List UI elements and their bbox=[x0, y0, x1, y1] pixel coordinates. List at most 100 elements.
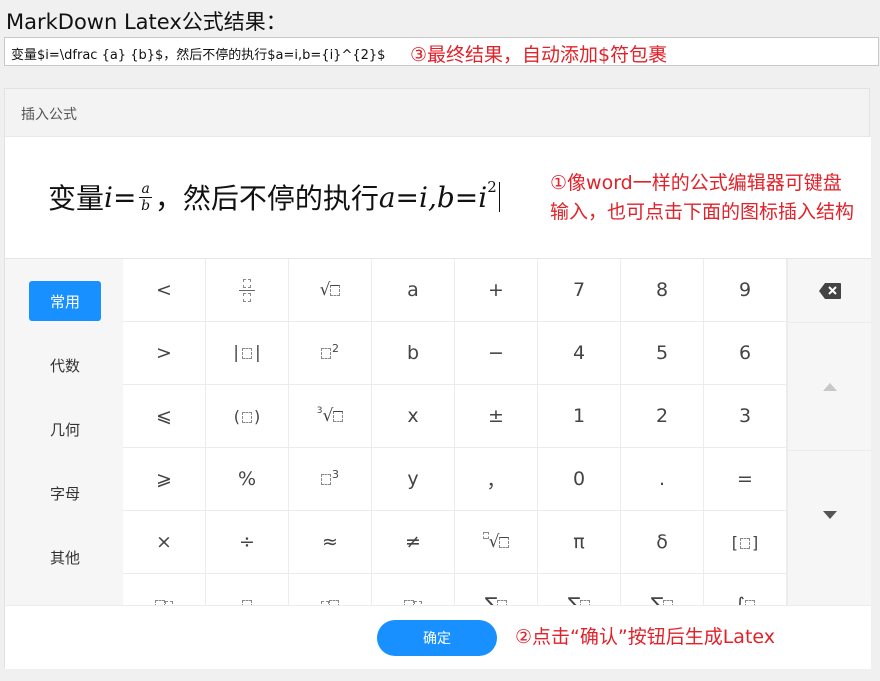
key-less-equal[interactable]: ⩽ bbox=[123, 385, 206, 448]
key-fraction[interactable] bbox=[206, 259, 289, 322]
nth-root-template-icon: √ bbox=[482, 531, 510, 552]
latex-result-value: 变量$i=\dfrac {a} {b}$，然后不停的执行$a=i,b={i}^{… bbox=[11, 48, 386, 63]
template-icon bbox=[321, 594, 339, 605]
key-greater-than[interactable]: > bbox=[123, 322, 206, 385]
cube-template-icon: 3 bbox=[321, 468, 339, 490]
category-other[interactable]: 其他 bbox=[29, 537, 101, 577]
side-keys bbox=[787, 259, 871, 605]
category-geometry[interactable]: 几何 bbox=[29, 409, 101, 449]
key-6[interactable]: 6 bbox=[704, 322, 787, 385]
key-minus[interactable]: − bbox=[455, 322, 538, 385]
category-common[interactable]: 常用 bbox=[29, 281, 101, 321]
key-multiply[interactable]: × bbox=[123, 511, 206, 574]
key-decimal-point[interactable]: . bbox=[621, 448, 704, 511]
template-icon bbox=[242, 594, 252, 605]
key-template-2[interactable] bbox=[206, 574, 289, 605]
sqrt-template-icon: √ bbox=[320, 280, 341, 300]
key-template-4[interactable] bbox=[372, 574, 455, 605]
sum-icon: ∑ bbox=[484, 594, 498, 605]
dialog-title: 插入公式 bbox=[5, 89, 869, 137]
key-divide[interactable]: ÷ bbox=[206, 511, 289, 574]
key-2[interactable]: 2 bbox=[621, 385, 704, 448]
key-y[interactable]: y bbox=[372, 448, 455, 511]
key-equals[interactable]: = bbox=[704, 448, 787, 511]
sum-icon: ∑ bbox=[567, 594, 581, 605]
backspace-icon bbox=[819, 282, 841, 299]
arrow-up-icon bbox=[823, 382, 837, 391]
formula-dialog: 插入公式 变量 i = a b ，然后不停的执行 a=i,b=i 2 ①像wor… bbox=[4, 88, 871, 669]
text-caret bbox=[498, 182, 500, 212]
annotation-editor: ①像word一样的公式编辑器可键盘输入，也可点击下面的图标插入结构 bbox=[550, 172, 855, 223]
formula-text-2: ，然后不停的执行 bbox=[154, 182, 379, 215]
annotation-final-result: ③最终结果，自动添加$符包裹 bbox=[410, 44, 668, 66]
key-square[interactable]: 2 bbox=[289, 322, 372, 385]
key-5[interactable]: 5 bbox=[621, 322, 704, 385]
key-8[interactable]: 8 bbox=[621, 259, 704, 322]
formula-display[interactable]: 变量 i = a b ，然后不停的执行 a=i,b=i 2 bbox=[48, 177, 500, 217]
fraction-numerator: a bbox=[139, 180, 152, 198]
arrow-down-icon bbox=[823, 511, 837, 519]
key-sum-3[interactable]: ∑ bbox=[621, 574, 704, 605]
formula-equals: = bbox=[112, 180, 137, 214]
key-plus[interactable]: + bbox=[455, 259, 538, 322]
key-plus-minus[interactable]: ± bbox=[455, 385, 538, 448]
square-template-icon: 2 bbox=[321, 342, 339, 364]
key-greater-equal[interactable]: ⩾ bbox=[123, 448, 206, 511]
key-parentheses[interactable]: () bbox=[206, 385, 289, 448]
key-b[interactable]: b bbox=[372, 322, 455, 385]
key-sum-1[interactable]: ∑ bbox=[455, 574, 538, 605]
sum-icon: ∑ bbox=[650, 594, 664, 605]
cube-exponent: 3 bbox=[332, 468, 339, 481]
key-arrow-down[interactable] bbox=[788, 451, 871, 579]
key-nth-root[interactable]: √ bbox=[455, 511, 538, 574]
annotation-confirm: ②点击“确认”按钮后生成Latex bbox=[515, 626, 775, 648]
key-less-than[interactable]: < bbox=[123, 259, 206, 322]
key-percent[interactable]: % bbox=[206, 448, 289, 511]
formula-var-i: i bbox=[104, 180, 113, 214]
key-square-root[interactable]: √ bbox=[289, 259, 372, 322]
key-4[interactable]: 4 bbox=[538, 322, 621, 385]
page: MarkDown Latex公式结果： 变量$i=\dfrac {a} {b}$… bbox=[0, 0, 880, 681]
confirm-button[interactable]: 确定 bbox=[377, 620, 497, 656]
key-brackets[interactable]: [] bbox=[704, 511, 787, 574]
dialog-footer: 确定 ②点击“确认”按钮后生成Latex bbox=[5, 605, 871, 669]
key-integral[interactable]: ∫ bbox=[704, 574, 787, 605]
key-not-equal[interactable]: ≠ bbox=[372, 511, 455, 574]
key-a[interactable]: a bbox=[372, 259, 455, 322]
key-1[interactable]: 1 bbox=[538, 385, 621, 448]
formula-expression: a=i,b=i bbox=[378, 180, 488, 214]
key-9[interactable]: 9 bbox=[704, 259, 787, 322]
key-cube[interactable]: 3 bbox=[289, 448, 372, 511]
key-pi[interactable]: π bbox=[538, 511, 621, 574]
square-exponent: 2 bbox=[332, 342, 339, 355]
fraction-denominator: b bbox=[141, 197, 151, 214]
key-template-1[interactable] bbox=[123, 574, 206, 605]
page-heading: MarkDown Latex公式结果： bbox=[6, 10, 287, 34]
key-0[interactable]: 0 bbox=[538, 448, 621, 511]
key-absolute-value[interactable]: | | bbox=[206, 322, 289, 385]
key-3[interactable]: 3 bbox=[704, 385, 787, 448]
formula-fraction: a b bbox=[139, 180, 152, 214]
key-backspace[interactable] bbox=[788, 259, 871, 323]
key-comma[interactable]: ， bbox=[455, 448, 538, 511]
category-list: 常用 代数 几何 字母 其他 bbox=[5, 259, 123, 605]
key-x[interactable]: x bbox=[372, 385, 455, 448]
category-algebra[interactable]: 代数 bbox=[29, 345, 101, 385]
key-delta[interactable]: δ bbox=[621, 511, 704, 574]
key-approx[interactable]: ≈ bbox=[289, 511, 372, 574]
key-7[interactable]: 7 bbox=[538, 259, 621, 322]
cbrt-template-icon: 3√ bbox=[317, 406, 344, 426]
template-icon bbox=[155, 594, 173, 605]
key-template-3[interactable] bbox=[289, 574, 372, 605]
abs-template-icon: | | bbox=[233, 343, 261, 363]
key-arrow-up[interactable] bbox=[788, 323, 871, 451]
key-grid: < √ a + 7 8 9 > | | 2 b − 4 5 6 ⩽ () 3√… bbox=[123, 259, 787, 605]
brackets-template-icon: [] bbox=[731, 532, 759, 552]
formula-superscript: 2 bbox=[487, 178, 497, 196]
category-letters[interactable]: 字母 bbox=[29, 473, 101, 513]
formula-text-1: 变量 bbox=[48, 182, 105, 215]
cbrt-index: 3 bbox=[316, 406, 323, 416]
fraction-template-icon bbox=[239, 278, 255, 302]
key-cube-root[interactable]: 3√ bbox=[289, 385, 372, 448]
key-sum-2[interactable]: ∑ bbox=[538, 574, 621, 605]
